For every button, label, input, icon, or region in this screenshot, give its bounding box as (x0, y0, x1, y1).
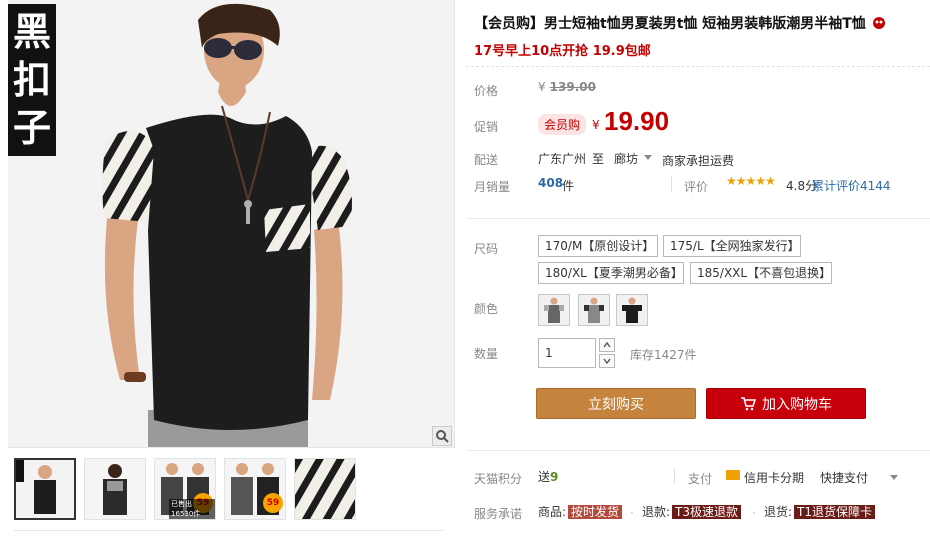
credit-card-icon (726, 470, 740, 480)
brand-char-3: 子 (12, 106, 51, 150)
promo-price: 19.90 (604, 106, 670, 136)
monthly-sales-unit: 件 (562, 179, 575, 193)
payment-label: 支付 (688, 472, 713, 486)
shipping-fee-note: 商家承担运费 (662, 154, 735, 168)
price-label: 价格 (474, 84, 499, 98)
brand-char-1: 黑 (12, 10, 51, 54)
promise-item[interactable]: 商品: 按时发货 (538, 503, 623, 520)
size-label: 尺码 (474, 242, 499, 256)
size-option[interactable]: 185/XXL【不喜包退换】 (690, 262, 832, 284)
quantity-label: 数量 (474, 347, 499, 361)
color-swatch[interactable] (616, 294, 648, 326)
star-rating-icon: ★★★★★ (726, 174, 776, 188)
promo-label: 促销 (474, 120, 499, 134)
main-product-image[interactable] (8, 0, 455, 448)
shirt-swatch-image (617, 295, 647, 325)
review-label: 评价 (684, 180, 709, 194)
ship-from: 广东广州 (538, 152, 587, 166)
thumbnail-image (85, 459, 145, 519)
thumbnail-image (295, 459, 355, 519)
thumbnail-2[interactable] (84, 458, 146, 520)
product-gallery: 黑 扣 子 已售出16530件 59 (0, 0, 455, 537)
divider (14, 530, 444, 531)
shirt-swatch-image (539, 295, 569, 325)
promise-tag: T1退货保障卡 (794, 505, 876, 519)
currency-symbol: ¥ (538, 80, 546, 94)
points-value: 送9 (538, 468, 558, 485)
chevron-down-icon[interactable] (644, 155, 652, 160)
promo-announcement: 17号早上10点开抢 19.9包邮 (474, 44, 651, 59)
points-prefix: 送 (538, 470, 551, 484)
ship-destination-select[interactable]: 廊坊 (614, 150, 638, 167)
buy-now-button[interactable]: 立刻购买 (536, 388, 696, 419)
promise-prefix: 退货: (764, 505, 793, 519)
fast-pay-option[interactable]: 快捷支付 (820, 469, 868, 486)
quantity-input[interactable] (538, 338, 596, 368)
divider (674, 468, 675, 484)
brand-logo: 黑 扣 子 (8, 4, 56, 156)
divider (466, 66, 930, 67)
color-swatch[interactable] (578, 294, 610, 326)
separator-dot: · (752, 506, 756, 520)
member-tag: 会员购 (538, 114, 587, 135)
model-photo (8, 0, 454, 447)
thumbnail-strip: 59 已售出16530件 59 (14, 458, 454, 526)
color-swatch[interactable] (538, 294, 570, 326)
tmall-emblem-icon (872, 17, 885, 29)
shipping-label: 配送 (474, 153, 499, 167)
buy-now-label: 立刻购买 (588, 396, 644, 413)
promise-item[interactable]: 退款: T3极速退款 (642, 503, 742, 520)
promise-tag: T3极速退款 (672, 505, 742, 519)
add-to-cart-button[interactable]: 加入购物车 (706, 388, 866, 419)
thumbnail-5[interactable] (294, 458, 356, 520)
service-promise-label: 服务承诺 (474, 507, 523, 521)
chevron-down-icon[interactable] (890, 475, 898, 480)
magnifier-icon (436, 430, 449, 443)
divider (466, 450, 930, 451)
thumbnail-1[interactable] (14, 458, 76, 520)
promise-prefix: 退款: (642, 505, 671, 519)
credit-installment-option[interactable]: 信用卡分期 (744, 469, 804, 486)
quantity-decrease-button[interactable] (599, 354, 615, 368)
color-label: 颜色 (474, 302, 499, 316)
size-option[interactable]: 170/M【原创设计】 (538, 235, 658, 257)
chevron-down-icon (603, 358, 611, 364)
ship-to-word: 至 (592, 152, 605, 166)
size-option[interactable]: 180/XL【夏季潮男必备】 (538, 262, 684, 284)
sold-caption: 已售出16530件 (169, 499, 215, 519)
divider (466, 218, 930, 219)
separator-dot: · (630, 506, 634, 520)
monthly-sales-count: 408 (538, 176, 564, 190)
promise-tag: 按时发货 (568, 505, 623, 519)
promise-item[interactable]: 退货: T1退货保障卡 (764, 503, 876, 520)
promo-currency-symbol: ¥ (592, 118, 600, 132)
cart-icon (741, 396, 756, 410)
original-price: ¥139.00 (538, 80, 596, 94)
price-badge: 59 (263, 493, 283, 513)
brand-char-2: 扣 (12, 58, 51, 102)
product-title: 【会员购】男士短袖t恤男夏装男t恤 短袖男装韩版潮男半袖T恤 (474, 14, 914, 34)
thumbnail-3[interactable]: 59 已售出16530件 (154, 458, 216, 520)
product-detail-panel: 【会员购】男士短袖t恤男夏装男t恤 短袖男装韩版潮男半袖T恤 17号早上10点开… (466, 0, 930, 537)
zoom-button[interactable] (432, 426, 452, 446)
add-to-cart-label: 加入购物车 (762, 396, 832, 413)
review-total-link[interactable]: 累计评价4144 (812, 177, 891, 194)
product-title-text: 【会员购】男士短袖t恤男夏装男t恤 短袖男装韩版潮男半袖T恤 (474, 16, 866, 32)
divider (671, 176, 672, 192)
stock-count: 库存1427件 (630, 348, 697, 362)
points-number: 9 (550, 470, 559, 484)
quantity-increase-button[interactable] (599, 338, 615, 352)
original-price-value: 139.00 (549, 80, 596, 94)
points-label: 天猫积分 (474, 472, 523, 486)
promise-prefix: 商品: (538, 505, 567, 519)
monthly-sales-label: 月销量 (474, 180, 511, 194)
size-option[interactable]: 175/L【全网独家发行】 (663, 235, 801, 257)
chevron-up-icon (603, 342, 611, 348)
thumbnail-image (16, 460, 74, 518)
shirt-swatch-image (579, 295, 609, 325)
thumbnail-4[interactable]: 59 (224, 458, 286, 520)
